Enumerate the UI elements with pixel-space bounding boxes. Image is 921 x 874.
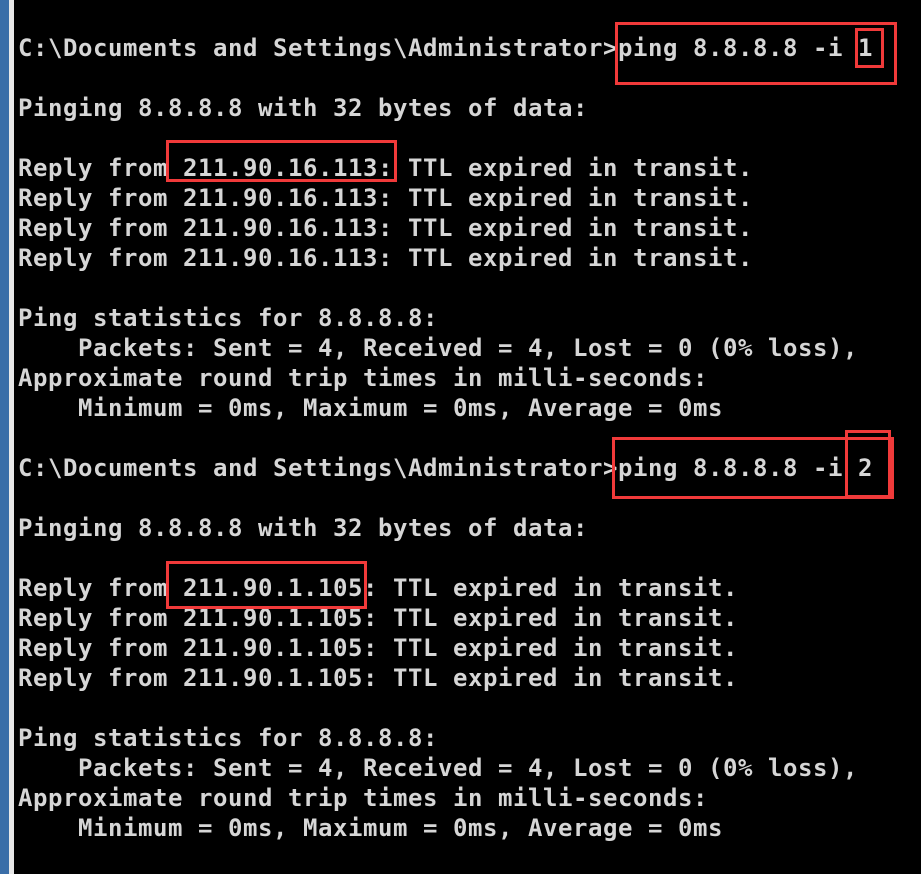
- highlight-reply-ip-2: [166, 561, 367, 609]
- window-border-white: [9, 0, 14, 874]
- console-line: Reply from 211.90.1.105: TTL expired in …: [18, 604, 738, 632]
- console-line: Reply from 211.90.16.113: TTL expired in…: [18, 184, 753, 212]
- console-line: Reply from 211.90.16.113: TTL expired in…: [18, 214, 753, 242]
- console-line: Approximate round trip times in milli-se…: [18, 364, 708, 392]
- window-border-blue: [0, 0, 9, 874]
- console-line: Approximate round trip times in milli-se…: [18, 784, 708, 812]
- console-line: Reply from 211.90.1.105: TTL expired in …: [18, 574, 738, 602]
- console-line: Pinging 8.8.8.8 with 32 bytes of data:: [18, 514, 588, 542]
- console-line: Reply from 211.90.1.105: TTL expired in …: [18, 634, 738, 662]
- highlight-ttl-value-2: [845, 430, 891, 498]
- console-line: Pinging 8.8.8.8 with 32 bytes of data:: [18, 94, 588, 122]
- console-line: Reply from 211.90.16.113: TTL expired in…: [18, 154, 753, 182]
- console-line: Ping statistics for 8.8.8.8:: [18, 724, 438, 752]
- highlight-reply-ip-1: [166, 140, 397, 182]
- console-line: Ping statistics for 8.8.8.8:: [18, 304, 438, 332]
- console-line: Reply from 211.90.1.105: TTL expired in …: [18, 664, 738, 692]
- console-line: Minimum = 0ms, Maximum = 0ms, Average = …: [18, 394, 723, 422]
- console-line: Packets: Sent = 4, Received = 4, Lost = …: [18, 334, 858, 362]
- highlight-ttl-value-1: [855, 28, 884, 68]
- console-line: Reply from 211.90.16.113: TTL expired in…: [18, 244, 753, 272]
- console-line: Packets: Sent = 4, Received = 4, Lost = …: [18, 754, 858, 782]
- console-line: Minimum = 0ms, Maximum = 0ms, Average = …: [18, 814, 723, 842]
